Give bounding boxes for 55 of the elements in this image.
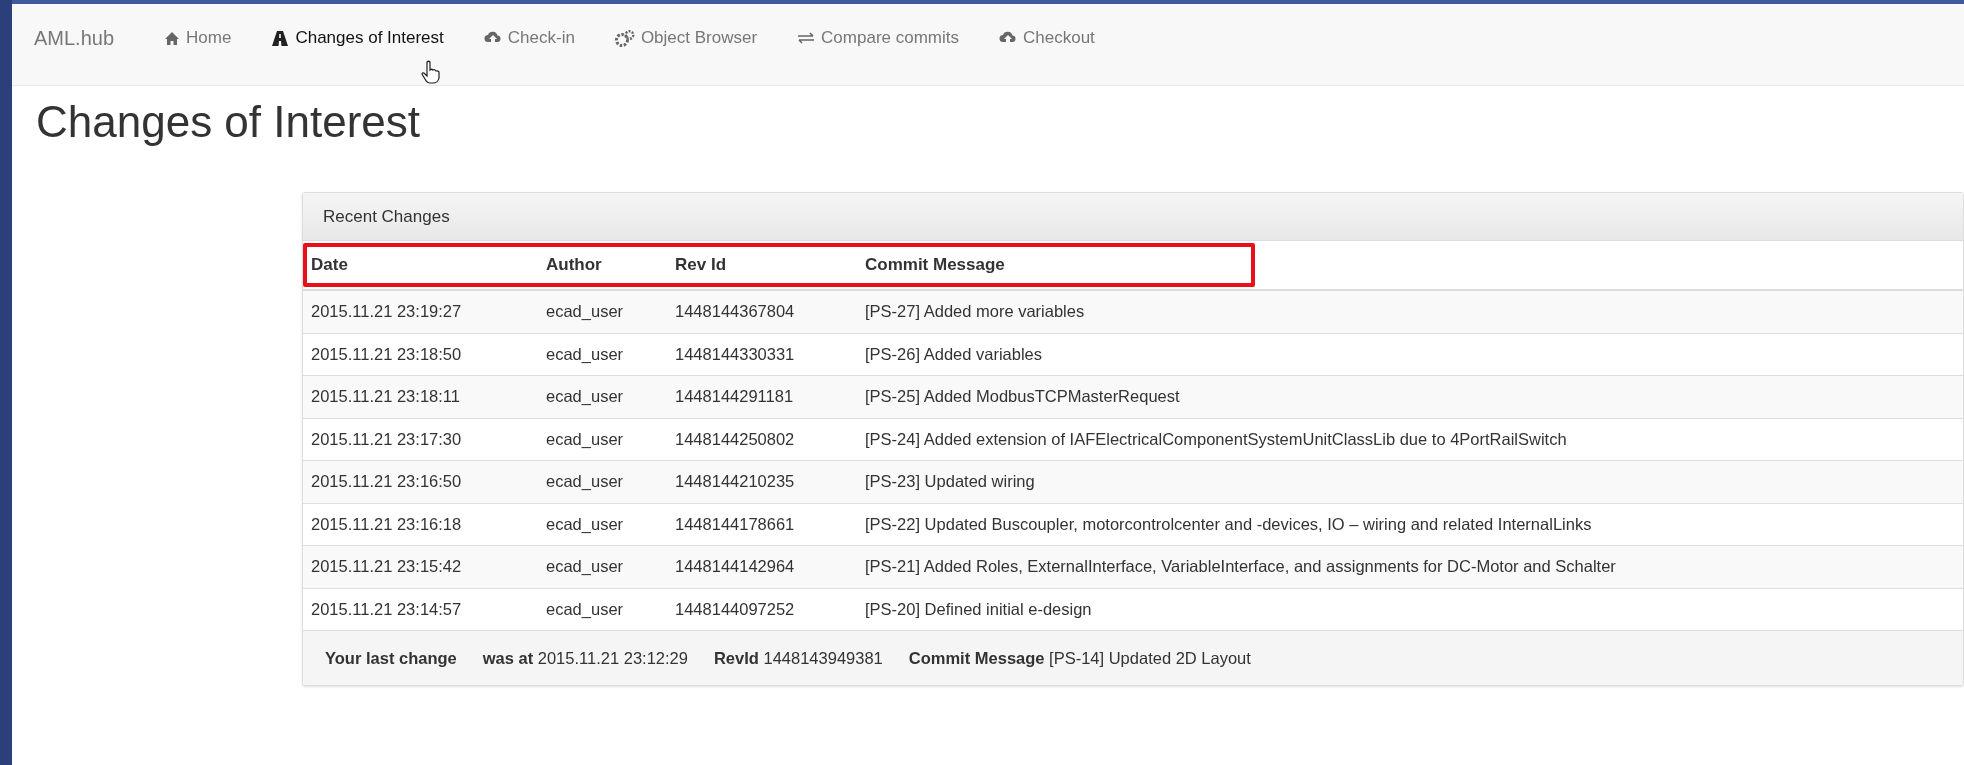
nav-link[interactable]: Compare commits (797, 26, 959, 50)
table-cell: 1448144367804 (675, 302, 795, 321)
table-cell: 2015.11.21 23:14:57 (311, 599, 462, 618)
table-cell: [PS-21] Added Roles, ExternalInterface, VariableInterface, and assignments for DC-Motor and Schalter (865, 557, 1616, 576)
table-cell: 2015.11.21 23:16:18 (311, 514, 462, 533)
table-cell: ecad_user (546, 557, 624, 576)
column-header: Author (546, 255, 602, 275)
table-cell: 2015.11.21 23:15:42 (311, 557, 462, 576)
column-header: Rev Id (675, 255, 727, 275)
table-cell: ecad_user (546, 599, 624, 618)
table-cell: 1448144210235 (675, 472, 795, 491)
nav-link[interactable]: Checkout (999, 26, 1095, 50)
table-cell: [PS-24] Added extension of IAFElectricalComponentSystemUnitClassLib due to 4PortRailSwitch (865, 429, 1567, 448)
table-cell: ecad_user (546, 429, 624, 448)
table-cell: 1448144330331 (675, 344, 795, 363)
table-cell: 2015.11.21 23:19:27 (311, 302, 462, 321)
table-cell: 1448144142964 (675, 557, 795, 576)
house-icon (164, 30, 181, 46)
table-cell: 1448144291181 (675, 387, 794, 406)
table-cell: [PS-22] Updated Buscoupler, motorcontrolcenter and -devices, IO – wiring and related InternalLinks (865, 514, 1592, 533)
table-cell: ecad_user (546, 472, 624, 491)
table-cell: [PS-20] Defined initial e-design (865, 599, 1092, 618)
footer-text: RevId 1448143949381 (713, 647, 883, 669)
nav-link[interactable]: Object Browser (614, 26, 758, 50)
transfer-icon (797, 32, 816, 44)
table-cell: 2015.11.21 23:18:50 (311, 344, 462, 363)
table-cell: ecad_user (546, 302, 624, 321)
table-cell: [PS-25] Added ModbusTCPMasterRequest (865, 387, 1180, 406)
panel-title: Recent Changes (323, 205, 450, 228)
cloud-upload-icon (999, 31, 1017, 45)
footer-text: Your last change (325, 647, 457, 669)
cloud-upload-icon (483, 31, 502, 45)
nav-link[interactable]: Check-in (483, 26, 575, 50)
table-cell: 2015.11.21 23:17:30 (311, 429, 462, 448)
table-cell: [PS-23] Updated wiring (865, 472, 1035, 491)
table-cell: [PS-26] Added variables (865, 344, 1043, 363)
table-cell: ecad_user (546, 514, 624, 533)
table-cell: 1448144250802 (675, 429, 795, 448)
footer-text: Commit Message [PS-14] Updated 2D Layout (908, 647, 1251, 669)
table-cell: ecad_user (546, 387, 624, 406)
table-cell: 1448144097252 (675, 599, 795, 618)
table-cell: [PS-27] Added more variables (865, 302, 1085, 321)
table-cell: 2015.11.21 23:18:11 (311, 387, 460, 406)
column-header: Date (311, 255, 348, 275)
table-cell: ecad_user (546, 344, 624, 363)
footer-text: was at 2015.11.21 23:12:29 (482, 647, 688, 669)
cogs-icon (614, 29, 635, 47)
table-cell: 1448144178661 (675, 514, 795, 533)
nav-link[interactable]: Home (164, 26, 232, 50)
column-header: Commit Message (865, 255, 1005, 275)
page-title: Changes of Interest (36, 96, 420, 148)
nav-link[interactable]: Changes of Interest (271, 26, 444, 50)
brand-link[interactable]: AML.hub (34, 26, 115, 50)
table-cell: 2015.11.21 23:16:50 (311, 472, 462, 491)
road-icon (271, 29, 290, 47)
